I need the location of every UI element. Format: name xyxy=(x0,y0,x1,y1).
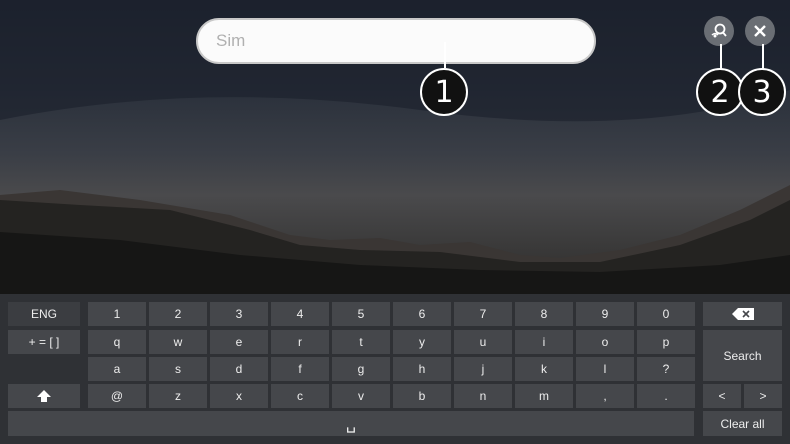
key-4-5[interactable]: v xyxy=(332,384,390,408)
search-key[interactable]: Search xyxy=(703,330,782,381)
key-2-5[interactable]: t xyxy=(332,330,390,354)
key-3-6[interactable]: h xyxy=(393,357,451,381)
key-4-4[interactable]: c xyxy=(271,384,329,408)
callout-3: 3 xyxy=(738,68,786,116)
shift-key[interactable] xyxy=(8,384,80,408)
key-3-10[interactable]: ? xyxy=(637,357,695,381)
shift-icon xyxy=(37,390,51,402)
key-4-6[interactable]: b xyxy=(393,384,451,408)
space-icon: ␣ xyxy=(345,415,357,433)
key-2-10[interactable]: p xyxy=(637,330,695,354)
cursor-right-key[interactable]: > xyxy=(744,384,782,408)
voice-search-button[interactable] xyxy=(704,16,734,46)
key-3-3[interactable]: d xyxy=(210,357,268,381)
callout-1: 1 xyxy=(420,68,468,116)
search-input[interactable]: Sim xyxy=(196,18,596,64)
key-3-4[interactable]: f xyxy=(271,357,329,381)
key-1-7[interactable]: 7 xyxy=(454,302,512,326)
key-3-5[interactable]: g xyxy=(332,357,390,381)
key-4-1[interactable]: @ xyxy=(88,384,146,408)
key-1-6[interactable]: 6 xyxy=(393,302,451,326)
key-1-4[interactable]: 4 xyxy=(271,302,329,326)
key-1-5[interactable]: 5 xyxy=(332,302,390,326)
key-2-9[interactable]: o xyxy=(576,330,634,354)
key-4-7[interactable]: n xyxy=(454,384,512,408)
callout-2: 2 xyxy=(696,68,744,116)
key-4-2[interactable]: z xyxy=(149,384,207,408)
key-3-8[interactable]: k xyxy=(515,357,573,381)
key-1-1[interactable]: 1 xyxy=(88,302,146,326)
key-2-7[interactable]: u xyxy=(454,330,512,354)
close-button[interactable] xyxy=(745,16,775,46)
backspace-key[interactable] xyxy=(703,302,782,326)
key-3-2[interactable]: s xyxy=(149,357,207,381)
key-1-2[interactable]: 2 xyxy=(149,302,207,326)
key-2-4[interactable]: r xyxy=(271,330,329,354)
close-icon xyxy=(754,25,766,37)
symbols-key[interactable]: + = [ ] xyxy=(8,330,80,354)
callout-line-1 xyxy=(444,42,446,68)
language-key[interactable]: ENG xyxy=(8,302,80,326)
key-1-10[interactable]: 0 xyxy=(637,302,695,326)
key-4-10[interactable]: . xyxy=(637,384,695,408)
key-4-8[interactable]: m xyxy=(515,384,573,408)
backspace-icon xyxy=(731,308,754,320)
key-2-1[interactable]: q xyxy=(88,330,146,354)
clear-all-key[interactable]: Clear all xyxy=(703,411,782,436)
cursor-left-key[interactable]: < xyxy=(703,384,741,408)
voice-search-icon xyxy=(711,23,727,38)
key-2-6[interactable]: y xyxy=(393,330,451,354)
key-1-3[interactable]: 3 xyxy=(210,302,268,326)
key-4-3[interactable]: x xyxy=(210,384,268,408)
key-2-8[interactable]: i xyxy=(515,330,573,354)
key-4-9[interactable]: , xyxy=(576,384,634,408)
key-3-1[interactable]: a xyxy=(88,357,146,381)
callout-line-2 xyxy=(720,44,722,70)
key-3-7[interactable]: j xyxy=(454,357,512,381)
space-key[interactable]: ␣ xyxy=(8,411,694,436)
key-1-9[interactable]: 9 xyxy=(576,302,634,326)
key-2-3[interactable]: e xyxy=(210,330,268,354)
on-screen-keyboard: ENG + = [ ] 1234567890 qwertyuiop asdfghjk… xyxy=(0,294,790,444)
callout-line-3 xyxy=(762,44,764,70)
key-1-8[interactable]: 8 xyxy=(515,302,573,326)
key-2-2[interactable]: w xyxy=(149,330,207,354)
key-3-9[interactable]: l xyxy=(576,357,634,381)
